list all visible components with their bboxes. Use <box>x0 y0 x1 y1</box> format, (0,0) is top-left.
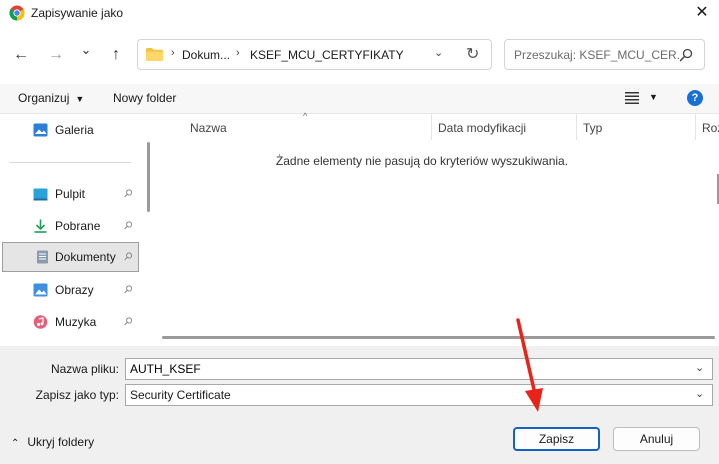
pin-icon[interactable]: ⚲ <box>121 186 136 201</box>
horizontal-scrollbar[interactable] <box>162 336 715 339</box>
column-divider[interactable] <box>695 114 696 140</box>
sidebar-divider <box>10 162 131 163</box>
back-button[interactable]: ← <box>8 42 34 68</box>
sidebar-item-label: Dokumenty <box>55 250 116 264</box>
caret-down-icon: ▼ <box>75 94 85 104</box>
chevron-up-icon: ⌃ <box>11 438 20 449</box>
new-folder-button[interactable]: Nowy folder <box>113 91 176 105</box>
red-arrow-annotation <box>516 318 543 412</box>
forward-button[interactable]: → <box>43 42 69 68</box>
breadcrumb-separator: › <box>171 47 175 59</box>
up-button[interactable]: ↑ <box>103 42 129 68</box>
view-caret-icon[interactable]: ▼ <box>649 92 658 102</box>
save-button[interactable]: Zapisz <box>513 427 600 451</box>
view-options-icon[interactable] <box>625 92 639 104</box>
search-box[interactable] <box>504 39 705 70</box>
recent-locations-button[interactable]: ⌄ <box>73 37 99 63</box>
title-bar: Zapisywanie jako ✕ <box>0 0 719 26</box>
sidebar-item-pictures[interactable]: Obrazy ⚲ <box>2 275 139 305</box>
column-header-date-modified[interactable]: Data modyfikacji <box>438 121 526 135</box>
column-divider[interactable] <box>576 114 577 140</box>
chevron-down-icon[interactable]: ⌄ <box>695 361 704 374</box>
chevron-down-icon[interactable]: ⌄ <box>695 387 704 400</box>
filename-label: Nazwa pliku: <box>50 362 119 376</box>
column-header-name[interactable]: Nazwa <box>190 121 227 135</box>
organize-menu[interactable]: Organizuj ▼ <box>18 91 84 105</box>
empty-folder-text: Żadne elementy nie pasują do kryteriów w… <box>275 154 569 168</box>
sidebar-scrollbar[interactable] <box>147 142 150 212</box>
sidebar-item-label: Pobrane <box>55 219 101 233</box>
refresh-icon[interactable]: ↻ <box>466 44 479 64</box>
search-input[interactable] <box>505 40 680 69</box>
sidebar-item-documents[interactable]: Dokumenty ⚲ <box>2 242 139 272</box>
sort-ascending-icon: ^ <box>303 111 308 121</box>
pin-icon[interactable]: ⚲ <box>121 218 136 233</box>
breadcrumb-current-folder[interactable]: KSEF_MCU_CERTYFIKATY <box>250 48 404 62</box>
path-history-chevron-icon[interactable]: ⌄ <box>434 46 443 59</box>
sidebar-item-music[interactable]: Muzyka ⚲ <box>2 307 139 337</box>
download-icon <box>34 219 47 233</box>
filetype-label: Zapisz jako typ: <box>35 388 119 402</box>
sidebar-item-label: Pulpit <box>55 187 86 201</box>
save-form: Nazwa pliku: ⌄ Zapisz jako typ: Security… <box>0 346 719 464</box>
organize-label: Organizuj <box>18 91 70 105</box>
hide-folders-label: Ukryj foldery <box>27 435 95 449</box>
column-divider[interactable] <box>431 114 432 140</box>
filetype-select[interactable]: Security Certificate ⌄ <box>125 384 713 406</box>
pictures-icon <box>33 283 48 297</box>
sidebar-item-downloads[interactable]: Pobrane ⚲ <box>2 211 139 241</box>
documents-icon <box>37 250 48 264</box>
sidebar-item-label: Obrazy <box>55 283 94 297</box>
file-list: ^ Nazwa Data modyfikacji Typ Roz Żadne e… <box>158 111 719 346</box>
column-header-size[interactable]: Roz <box>702 121 719 135</box>
close-button[interactable]: ✕ <box>690 2 714 24</box>
search-icon <box>679 48 693 62</box>
navigation-pane: Galeria Pulpit ⚲ Pobrane ⚲ Dokumenty ⚲ O… <box>0 114 142 346</box>
empty-folder-message: Żadne elementy nie pasują do kryteriów w… <box>158 154 719 168</box>
help-icon[interactable]: ? <box>687 90 703 106</box>
breadcrumb-separator: › <box>236 47 240 59</box>
chrome-icon <box>9 5 25 21</box>
filetype-value: Security Certificate <box>130 388 231 402</box>
desktop-icon <box>33 188 48 201</box>
command-bar: Organizuj ▼ Nowy folder ▼ ? <box>0 84 719 114</box>
sidebar-item-desktop[interactable]: Pulpit ⚲ <box>2 179 139 209</box>
cancel-button[interactable]: Anuluj <box>613 427 700 451</box>
music-icon <box>33 315 48 329</box>
breadcrumb-documents[interactable]: Dokum... <box>182 48 230 62</box>
sidebar-item-gallery[interactable]: Galeria <box>2 115 139 145</box>
address-bar: ← → ⌄ ↑ › Dokum... › KSEF_MCU_CERTYFIKAT… <box>0 26 719 84</box>
window-title: Zapisywanie jako <box>31 6 124 20</box>
hide-folders-button[interactable]: ⌃ Ukryj foldery <box>11 435 94 449</box>
folder-icon <box>146 48 163 61</box>
pin-icon[interactable]: ⚲ <box>121 249 136 264</box>
pin-icon[interactable]: ⚲ <box>121 282 136 297</box>
filename-combo[interactable]: ⌄ <box>125 358 713 380</box>
column-header-type[interactable]: Typ <box>583 121 602 135</box>
path-box[interactable]: › Dokum... › KSEF_MCU_CERTYFIKATY ⌄ ↻ <box>137 39 492 70</box>
sidebar-item-label: Galeria <box>55 123 94 137</box>
pin-icon[interactable]: ⚲ <box>121 314 136 329</box>
filename-input[interactable] <box>126 359 686 379</box>
sidebar-item-label: Muzyka <box>55 315 97 329</box>
gallery-icon <box>33 123 48 137</box>
